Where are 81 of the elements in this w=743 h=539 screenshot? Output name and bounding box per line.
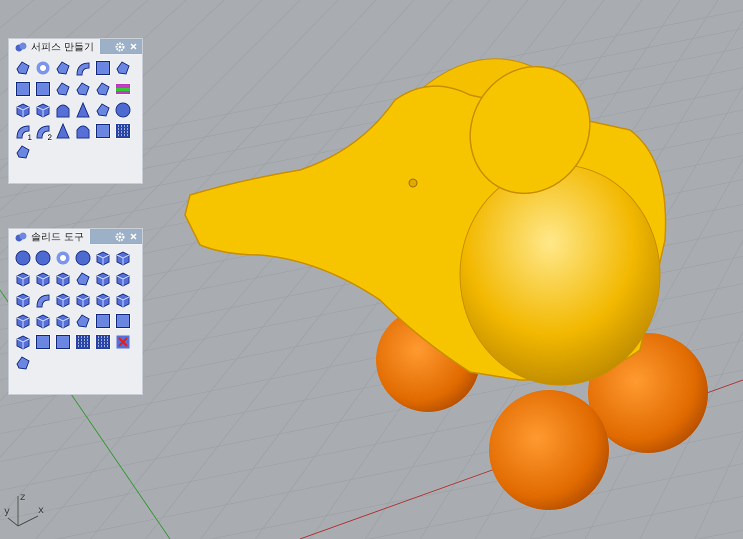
square-icon xyxy=(34,334,50,350)
cube-icon xyxy=(94,292,110,308)
shape-icon xyxy=(74,80,90,96)
arc-icon xyxy=(14,122,30,138)
tool-button[interactable] xyxy=(113,100,132,119)
toolbar-title: 서피스 만들기 xyxy=(31,40,94,54)
cube-icon xyxy=(74,292,90,308)
axis-label: z xyxy=(20,492,26,503)
cube-icon xyxy=(34,270,50,286)
square-icon xyxy=(114,312,130,328)
grid-icon xyxy=(74,334,90,350)
axis-label: x xyxy=(38,505,44,516)
tool-button[interactable] xyxy=(113,311,132,330)
ring-icon xyxy=(34,60,50,76)
cube-icon xyxy=(14,270,30,286)
cube-icon xyxy=(114,292,130,308)
tool-button[interactable] xyxy=(93,332,112,351)
sphere-icon xyxy=(114,102,130,118)
tool-number: 2 xyxy=(48,133,52,142)
cube-icon xyxy=(14,334,30,350)
cube-icon xyxy=(54,270,70,286)
cube-icon xyxy=(34,102,50,118)
square-icon xyxy=(14,80,30,96)
square-icon xyxy=(54,334,70,350)
axis-label: y xyxy=(4,506,10,517)
sphere-icon xyxy=(14,250,30,266)
cube-icon xyxy=(54,292,70,308)
sphere-icon xyxy=(74,250,90,266)
shape-icon xyxy=(54,60,70,76)
shape-icon xyxy=(14,144,30,160)
tool-button[interactable] xyxy=(13,79,32,98)
tool-button[interactable] xyxy=(33,79,52,98)
tool-button[interactable] xyxy=(73,332,92,351)
shape-icon xyxy=(14,354,30,370)
shape-icon xyxy=(74,312,90,328)
ring-icon xyxy=(54,250,70,266)
shape-icon xyxy=(94,80,110,96)
cube-icon xyxy=(14,312,30,328)
tool-button[interactable] xyxy=(93,58,112,77)
cube-icon xyxy=(114,270,130,286)
tool-button[interactable] xyxy=(33,248,52,267)
grid-icon xyxy=(114,122,130,138)
shape-icon xyxy=(74,270,90,286)
tool-button[interactable] xyxy=(33,332,52,351)
tool-button[interactable] xyxy=(113,121,132,140)
tool-button[interactable] xyxy=(93,121,112,140)
square-icon xyxy=(34,80,50,96)
arc-icon xyxy=(34,292,50,308)
tool-button[interactable]: 2 xyxy=(33,121,52,140)
tool-number: 1 xyxy=(28,133,32,142)
cube-icon xyxy=(94,270,110,286)
shape-icon xyxy=(54,80,70,96)
grid-icon xyxy=(94,334,110,350)
cube-icon xyxy=(94,250,110,266)
tool-button[interactable]: 1 xyxy=(13,121,32,140)
toolbar-icon xyxy=(15,232,27,242)
cone-icon xyxy=(54,122,70,138)
sphere-icon xyxy=(34,250,50,266)
cube-icon xyxy=(54,312,70,328)
cone-icon xyxy=(74,102,90,118)
cube-icon xyxy=(14,102,30,118)
square-icon xyxy=(94,122,110,138)
cross-icon xyxy=(114,334,130,350)
toolbar-icon xyxy=(15,42,27,52)
tool-button[interactable] xyxy=(13,248,32,267)
shape-icon xyxy=(14,60,30,76)
tool-button[interactable] xyxy=(53,332,72,351)
toolbar-title: 솔리드 도구 xyxy=(31,230,84,244)
arc-icon xyxy=(34,122,50,138)
arch-icon xyxy=(54,102,70,118)
arch-icon xyxy=(74,122,90,138)
cube-icon xyxy=(34,312,50,328)
tool-button[interactable] xyxy=(73,248,92,267)
cube-icon xyxy=(114,250,130,266)
shape-icon xyxy=(114,60,130,76)
arc-icon xyxy=(74,60,90,76)
square-icon xyxy=(94,312,110,328)
square-icon xyxy=(94,60,110,76)
tool-button[interactable] xyxy=(93,311,112,330)
cube-icon xyxy=(14,292,30,308)
shape-icon xyxy=(94,102,110,118)
